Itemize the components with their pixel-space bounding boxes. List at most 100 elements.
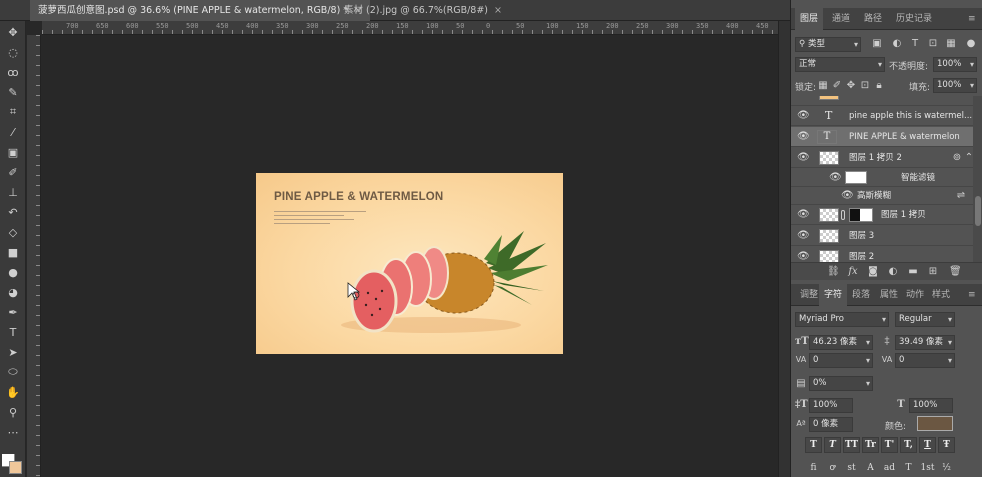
adjustment-icon[interactable]: ◐	[887, 266, 899, 278]
stylistic-alternates-button[interactable]: ad	[881, 461, 898, 477]
faux-bold-button[interactable]: T	[805, 437, 822, 453]
strikethrough-button[interactable]: Ŧ	[938, 437, 955, 453]
filter-options-icon[interactable]: ⇌	[955, 190, 967, 202]
trash-icon[interactable]: 🗑︎	[949, 266, 962, 278]
vertical-scale-input[interactable]: 100%	[809, 398, 853, 413]
underline-button[interactable]: T	[919, 437, 936, 453]
scrollbar-thumb[interactable]	[975, 196, 981, 226]
marquee-tool-icon[interactable]: ◌	[3, 43, 23, 61]
adjustment-filter-icon[interactable]: ◐	[891, 38, 903, 50]
discretionary-ligatures-button[interactable]: st	[843, 461, 860, 477]
layer-row-copy-1[interactable]: 👁︎ 图层 1 拷贝	[791, 205, 973, 225]
type-tool-icon[interactable]: T	[3, 323, 23, 341]
visibility-eye-icon[interactable]: 👁︎	[797, 209, 810, 221]
path-select-tool-icon[interactable]: ➤	[3, 343, 23, 361]
chevron-up-icon[interactable]: ⌃	[963, 152, 973, 164]
panel-menu-icon[interactable]: ≡	[963, 8, 981, 30]
lock-image-icon[interactable]: ✐	[831, 80, 843, 92]
type-filter-icon[interactable]: T	[909, 38, 921, 50]
lock-artboard-icon[interactable]: ⊡	[859, 80, 871, 92]
visibility-eye-icon[interactable]: 👁︎	[797, 110, 810, 122]
filter-toggle-icon[interactable]: ●	[965, 38, 977, 50]
kerning-input[interactable]: 0	[809, 353, 873, 368]
layer-row-gaussian-blur[interactable]: 👁︎ 高斯模糊 ⇌	[791, 187, 973, 205]
smart-object-filter-icon[interactable]: ▦	[945, 38, 957, 50]
eyedropper-tool-icon[interactable]: ⁄	[3, 123, 23, 141]
smart-filter-toggle-icon[interactable]: ⊚	[951, 152, 963, 164]
new-layer-icon[interactable]: ⊞	[927, 266, 939, 278]
layer-row-3[interactable]: 👁︎ 图层 3	[791, 226, 973, 246]
font-family-dropdown[interactable]: Myriad Pro	[795, 312, 889, 327]
layer-filter-dropdown[interactable]: ⚲ 类型	[795, 37, 861, 52]
shape-filter-icon[interactable]: ⊡	[927, 38, 939, 50]
tab-actions[interactable]: 动作	[901, 284, 929, 306]
proportional-spacing-input[interactable]: 0%	[809, 376, 873, 391]
canvas-vertical-scrollbar[interactable]	[778, 21, 790, 477]
pen-tool-icon[interactable]: ✒	[3, 303, 23, 321]
zoom-tool-icon[interactable]: ⚲	[3, 403, 23, 421]
blend-mode-dropdown[interactable]: 正常	[795, 57, 885, 72]
visibility-eye-icon[interactable]: 👁︎	[797, 131, 810, 143]
tab-paragraph[interactable]: 段落	[847, 284, 875, 306]
swash-button[interactable]: A	[862, 461, 879, 477]
tab-material-jpg[interactable]: 素材 (2).jpg @ 66.7%(RGB/8#) ×	[336, 0, 510, 21]
superscript-button[interactable]: T'	[881, 437, 898, 453]
tab-pineapple-psd[interactable]: 菠萝西瓜创意图.psd @ 36.6% (PINE APPLE & waterm…	[30, 0, 371, 21]
ligatures-button[interactable]: fi	[805, 461, 822, 477]
visibility-eye-icon[interactable]: 👁︎	[797, 251, 810, 262]
horizontal-scale-input[interactable]: 100%	[909, 398, 953, 413]
mask-icon[interactable]: ◙	[867, 266, 879, 278]
healing-brush-tool-icon[interactable]: ▣	[3, 143, 23, 161]
more-tools-icon[interactable]: ⋯	[3, 423, 23, 441]
shape-tool-icon[interactable]: ⬭	[3, 363, 23, 381]
leading-input[interactable]: 39.49 像素	[895, 335, 955, 350]
layer-row-text-1[interactable]: 👁︎ T pine apple this is watermel...	[791, 106, 973, 126]
tab-layers[interactable]: 图层	[795, 8, 824, 30]
layer-mask-thumbnail[interactable]	[849, 208, 873, 222]
dodge-tool-icon[interactable]: ◕	[3, 283, 23, 301]
clone-stamp-tool-icon[interactable]: ⊥	[3, 183, 23, 201]
font-style-dropdown[interactable]: Regular	[895, 312, 955, 327]
panel-menu-icon[interactable]: ≡	[963, 284, 981, 306]
tab-paths[interactable]: 路径	[859, 8, 887, 30]
quick-select-tool-icon[interactable]: ✎	[3, 83, 23, 101]
visibility-eye-icon[interactable]: 👁︎	[841, 190, 854, 202]
ordinals-button[interactable]: 1st	[919, 461, 936, 477]
link-icon[interactable]: ⛓︎	[827, 266, 840, 278]
faux-italic-button[interactable]: T	[824, 437, 841, 453]
fx-icon[interactable]: fx	[847, 266, 859, 278]
layer-row-text-2[interactable]: 👁︎ T PINE APPLE & watermelon	[791, 127, 973, 147]
lock-position-icon[interactable]: ✥	[845, 80, 857, 92]
subscript-button[interactable]: T,	[900, 437, 917, 453]
small-caps-button[interactable]: Tr	[862, 437, 879, 453]
move-tool-icon[interactable]: ✥	[3, 23, 23, 41]
layer-row-partial[interactable]	[791, 96, 973, 106]
all-caps-button[interactable]: TT	[843, 437, 860, 453]
visibility-eye-icon[interactable]: 👁︎	[829, 172, 842, 184]
tab-styles[interactable]: 样式	[927, 284, 955, 306]
eraser-tool-icon[interactable]: ◇	[3, 223, 23, 241]
visibility-eye-icon[interactable]: 👁︎	[797, 152, 810, 164]
lock-all-icon[interactable]: 🔒︎	[873, 80, 885, 92]
pixel-filter-icon[interactable]: ▣	[871, 38, 883, 50]
layer-row-2[interactable]: 👁︎ 图层 2	[791, 247, 973, 262]
history-brush-tool-icon[interactable]: ↶	[3, 203, 23, 221]
tab-channels[interactable]: 通道	[827, 8, 855, 30]
canvas-artboard[interactable]: PINE APPLE & WATERMELON	[256, 173, 563, 354]
layers-scrollbar[interactable]	[973, 96, 982, 262]
close-icon[interactable]: ×	[494, 5, 502, 16]
tab-character[interactable]: 字符	[819, 284, 848, 306]
old-style-button[interactable]: ꝍ	[824, 461, 841, 477]
gradient-tool-icon[interactable]: ■	[3, 243, 23, 261]
folder-icon[interactable]: ▬	[907, 266, 919, 278]
text-color-swatch[interactable]	[917, 416, 953, 431]
brush-tool-icon[interactable]: ✐	[3, 163, 23, 181]
fill-input[interactable]: 100%	[933, 78, 977, 93]
background-color-swatch[interactable]	[9, 461, 22, 474]
tracking-input[interactable]: 0	[895, 353, 955, 368]
crop-tool-icon[interactable]: ⌗	[3, 103, 23, 121]
visibility-eye-icon[interactable]: 👁︎	[797, 230, 810, 242]
baseline-shift-input[interactable]: 0 像素	[809, 417, 853, 432]
link-icon[interactable]	[841, 210, 845, 220]
hand-tool-icon[interactable]: ✋	[3, 383, 23, 401]
